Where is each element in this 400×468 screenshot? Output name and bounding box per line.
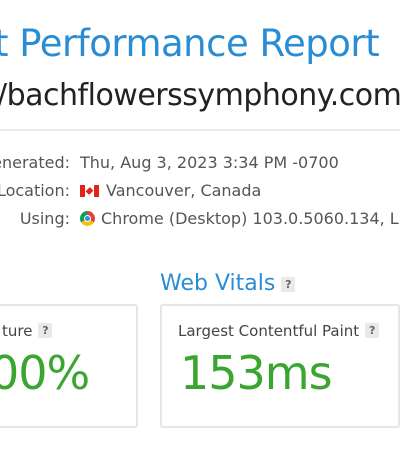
chrome-icon	[80, 211, 95, 226]
generated-label: enerated:	[0, 153, 70, 172]
report-title: t Performance Report	[0, 22, 380, 65]
report-url: /bachflowerssymphony.com	[0, 78, 400, 113]
lcp-help-icon[interactable]: ?	[365, 323, 380, 338]
lcp-value: 153ms	[180, 346, 333, 400]
location-value-row: Vancouver, Canada	[80, 181, 261, 200]
lcp-card: Largest Contentful Paint? 153ms	[160, 304, 400, 428]
using-label: Using:	[19, 209, 70, 228]
header-divider	[0, 129, 400, 131]
using-value: Chrome (Desktop) 103.0.5060.134, Li	[101, 209, 400, 228]
web-vitals-heading: Web Vitals?	[160, 271, 296, 296]
using-value-row: Chrome (Desktop) 103.0.5060.134, Li	[80, 209, 400, 228]
generated-value: Thu, Aug 3, 2023 3:34 PM -0700	[80, 153, 339, 172]
web-vitals-help-icon[interactable]: ?	[281, 277, 296, 292]
structure-card-label-row: ture?	[2, 322, 53, 340]
structure-card: ture? 00%	[0, 304, 138, 428]
web-vitals-title: Web Vitals	[160, 271, 276, 296]
structure-help-icon[interactable]: ?	[38, 323, 53, 338]
lcp-card-label-row: Largest Contentful Paint?	[178, 322, 380, 340]
structure-card-label: ture	[2, 322, 33, 340]
lcp-card-label: Largest Contentful Paint	[178, 322, 360, 340]
canada-flag-icon	[80, 185, 99, 197]
structure-score-value: 00%	[0, 346, 90, 400]
location-value: Vancouver, Canada	[106, 181, 262, 200]
location-label: Location:	[0, 181, 70, 200]
